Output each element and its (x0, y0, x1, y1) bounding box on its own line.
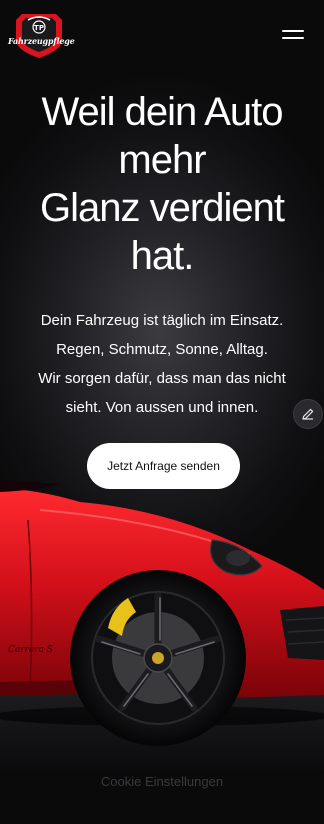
logo-shield-icon: TP (16, 14, 62, 58)
logo-text: Fahrzeugpflege (8, 36, 75, 46)
headline-line: hat. (130, 234, 195, 278)
hero-subtext: Dein Fahrzeug ist täglich im Einsatz. Re… (14, 306, 310, 422)
car-badge: Carrera S (8, 645, 53, 655)
subtext-line: sieht. Von aussen und innen. (65, 399, 259, 416)
hero-headline: Weil dein Auto mehr Glanz verdient hat. (14, 88, 310, 280)
logo[interactable]: TP Fahrzeugpflege (8, 10, 75, 60)
hamburger-menu-icon[interactable] (280, 26, 306, 42)
pencil-icon (302, 408, 314, 420)
headline-line: Weil dein Auto (41, 90, 284, 134)
headline-line: mehr (118, 138, 206, 182)
subtext-line: Dein Fahrzeug ist täglich im Einsatz. (40, 312, 284, 329)
site-header: TP Fahrzeugpflege (0, 0, 324, 66)
edit-button[interactable] (293, 399, 323, 429)
cookie-settings-link[interactable]: Cookie Einstellungen (0, 774, 324, 789)
subtext-line: Regen, Schmutz, Sonne, Alltag. (56, 341, 268, 358)
car-image: Carrera S (0, 480, 324, 770)
logo-initials: TP (34, 24, 44, 32)
headline-line: Glanz verdient (40, 186, 285, 230)
subtext-line: Wir sorgen dafür, dass man das nicht (38, 370, 286, 387)
hero-section: TP Fahrzeugpflege Weil dein Auto mehr Gl… (0, 0, 324, 824)
